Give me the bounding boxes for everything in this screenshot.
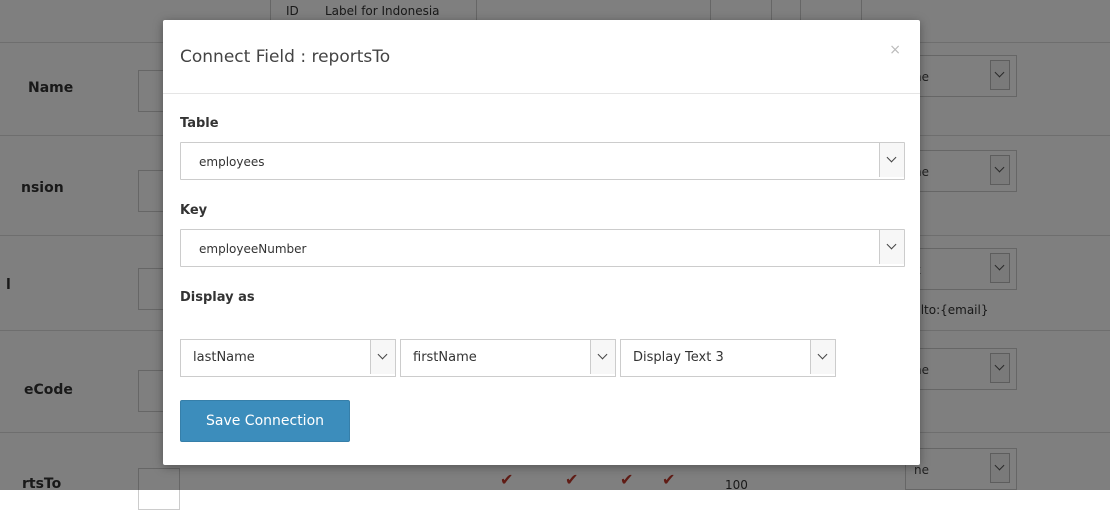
display-field-2-value: firstName (413, 350, 477, 365)
display-field-1-value: lastName (193, 350, 255, 365)
modal-title: Connect Field : reportsTo (180, 47, 391, 67)
close-icon[interactable]: × (889, 42, 901, 58)
table-select-value: employees (199, 155, 265, 169)
chevron-down-icon[interactable] (879, 230, 904, 264)
connect-field-modal: Connect Field : reportsTo × Table employ… (163, 20, 920, 465)
chevron-down-icon[interactable] (370, 340, 395, 374)
modal-header: Connect Field : reportsTo × (163, 20, 920, 94)
save-connection-button[interactable]: Save Connection (180, 400, 350, 442)
chevron-down-icon[interactable] (590, 340, 615, 374)
key-select[interactable]: employeeNumber (180, 229, 905, 267)
display-field-3-select[interactable]: Display Text 3 (620, 339, 836, 377)
display-as-label: Display as (180, 290, 255, 305)
display-field-1-select[interactable]: lastName (180, 339, 396, 377)
table-select[interactable]: employees (180, 142, 905, 180)
chevron-down-icon[interactable] (810, 340, 835, 374)
display-field-3-value: Display Text 3 (633, 350, 724, 365)
chevron-down-icon[interactable] (879, 143, 904, 177)
key-select-value: employeeNumber (199, 242, 307, 256)
display-field-2-select[interactable]: firstName (400, 339, 616, 377)
table-label: Table (180, 116, 219, 131)
key-label: Key (180, 203, 208, 218)
